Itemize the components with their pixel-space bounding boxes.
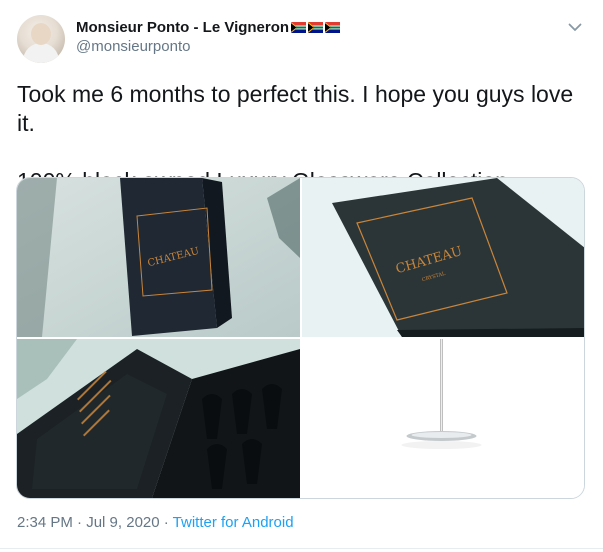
photo-open-box[interactable] — [17, 339, 300, 498]
avatar-body — [23, 43, 59, 63]
tweet-card[interactable]: Monsieur Ponto - Le Vigneron @monsieurpo… — [0, 0, 603, 552]
photo-open-box-image — [17, 339, 300, 498]
photo-tall-box[interactable]: CHATEAU — [17, 178, 300, 337]
meta-separator: · — [72, 514, 87, 531]
tweet-source-link[interactable]: Twitter for Android — [173, 514, 294, 531]
avatar[interactable] — [17, 15, 65, 63]
photo-box-lid-image: CHATEAU CRYSTAL — [302, 178, 584, 337]
meta-separator: · — [159, 514, 173, 531]
photo-stem-glass[interactable] — [302, 339, 584, 498]
display-name[interactable]: Monsieur Ponto - Le Vigneron — [76, 19, 289, 36]
user-handle[interactable]: @monsieurponto — [76, 38, 190, 55]
flags — [291, 21, 341, 33]
tweet-time[interactable]: 2:34 PM — [17, 514, 73, 531]
tweet-date[interactable]: Jul 9, 2020 — [86, 514, 159, 531]
tweet-meta: 2:34 PM · Jul 9, 2020 · Twitter for Andr… — [17, 514, 294, 531]
south-africa-flag-icon — [308, 21, 324, 33]
photo-tall-box-image: CHATEAU — [17, 178, 300, 337]
photo-box-lid[interactable]: CHATEAU CRYSTAL — [302, 178, 584, 337]
south-africa-flag-icon — [291, 21, 307, 33]
avatar-head — [31, 23, 51, 45]
photo-stem-glass-image — [302, 339, 584, 498]
tweet-text-line-1: Took me 6 months to perfect this. I hope… — [17, 81, 574, 136]
author-row: Monsieur Ponto - Le Vigneron — [76, 17, 341, 37]
media-grid: CHATEAU CHATEAU CRYSTAL — [16, 177, 585, 499]
chevron-down-icon[interactable] — [566, 18, 584, 36]
divider — [0, 548, 603, 549]
south-africa-flag-icon — [325, 21, 341, 33]
